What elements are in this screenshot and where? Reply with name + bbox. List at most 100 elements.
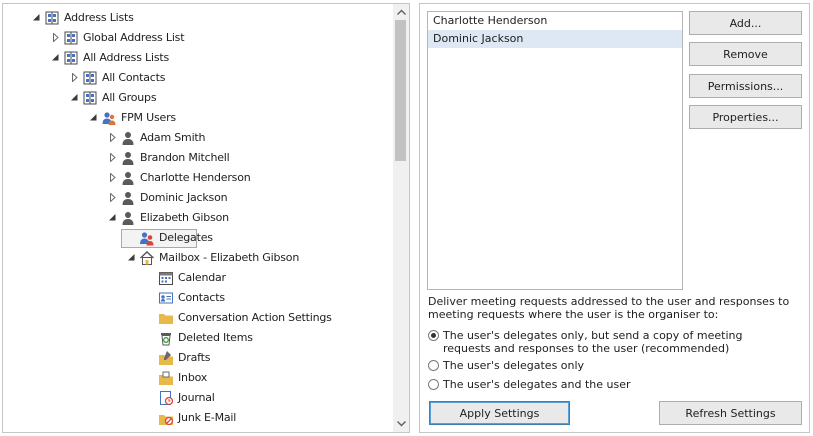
radio-label: The user's delegates only, but send a co… bbox=[443, 329, 743, 355]
collapse-toggle[interactable] bbox=[32, 13, 41, 22]
tree-node-label: Deleted Items bbox=[178, 331, 253, 344]
collapse-arrow-icon bbox=[109, 214, 116, 221]
collapse-arrow-icon bbox=[71, 94, 78, 101]
drafts-icon bbox=[158, 350, 174, 366]
collapse-toggle[interactable] bbox=[70, 93, 79, 102]
tree-node-address-lists[interactable]: Address Lists bbox=[3, 8, 395, 28]
expand-toggle[interactable] bbox=[108, 153, 117, 162]
tree-node-all-address-lists[interactable]: All Address Lists bbox=[3, 48, 395, 68]
expand-arrow-icon bbox=[110, 133, 116, 142]
radio-label: The user's delegates and the user bbox=[443, 378, 631, 391]
home-icon bbox=[139, 250, 155, 266]
tree-node-label: Calendar bbox=[178, 271, 226, 284]
tree-node-fpm-users[interactable]: FPM Users bbox=[3, 108, 395, 128]
collapse-arrow-icon bbox=[52, 54, 59, 61]
tree-node-inbox[interactable]: Inbox bbox=[3, 368, 395, 388]
tree-node-label: Brandon Mitchell bbox=[140, 151, 230, 164]
expand-arrow-icon bbox=[110, 193, 116, 202]
tree-node-label: FPM Users bbox=[121, 111, 176, 124]
expand-toggle[interactable] bbox=[108, 173, 117, 182]
radio-dot bbox=[431, 333, 436, 338]
expand-arrow-icon bbox=[110, 153, 116, 162]
tree-node-elizabeth-gibson[interactable]: Elizabeth Gibson bbox=[3, 208, 395, 228]
radio-button[interactable] bbox=[428, 379, 439, 390]
tree-node-label: Contacts bbox=[178, 291, 225, 304]
trash-icon bbox=[158, 330, 174, 346]
expand-toggle[interactable] bbox=[51, 33, 60, 42]
refresh-settings-button[interactable]: Refresh Settings bbox=[659, 401, 802, 425]
tree-node-journal[interactable]: Journal bbox=[3, 388, 395, 408]
tree-node-conversation-action-settings[interactable]: Conversation Action Settings bbox=[3, 308, 395, 328]
user-icon bbox=[120, 130, 136, 146]
user-group-icon bbox=[101, 110, 117, 126]
tree-node-dominic-jackson[interactable]: Dominic Jackson bbox=[3, 188, 395, 208]
radio-button[interactable] bbox=[428, 330, 439, 341]
permissions-button[interactable]: Permissions... bbox=[689, 74, 802, 98]
tree-node-label: Elizabeth Gibson bbox=[140, 211, 229, 224]
radio-delegates-copy-user[interactable]: The user's delegates only, but send a co… bbox=[428, 329, 783, 355]
expand-toggle[interactable] bbox=[108, 133, 117, 142]
calendar-icon bbox=[158, 270, 174, 286]
delegate-list-item[interactable]: Charlotte Henderson bbox=[428, 12, 682, 30]
meeting-delivery-description: Deliver meeting requests addressed to th… bbox=[428, 295, 790, 321]
radio-delegates-and-user[interactable]: The user's delegates and the user bbox=[428, 378, 783, 391]
tree-node-label: Inbox bbox=[178, 371, 208, 384]
properties-button[interactable]: Properties... bbox=[689, 105, 802, 129]
address-book-icon bbox=[63, 50, 79, 66]
tree-node-adam-smith[interactable]: Adam Smith bbox=[3, 128, 395, 148]
tree-node-label: All Address Lists bbox=[83, 51, 169, 64]
expand-arrow-icon bbox=[110, 173, 116, 182]
tree-node-drafts[interactable]: Drafts bbox=[3, 348, 395, 368]
add-button[interactable]: Add... bbox=[689, 11, 802, 35]
tree-node-global-address-list[interactable]: Global Address List bbox=[3, 28, 395, 48]
collapse-toggle[interactable] bbox=[51, 53, 60, 62]
tree-node-junk-e-mail[interactable]: Junk E-Mail bbox=[3, 408, 395, 428]
scroll-down-button[interactable] bbox=[393, 416, 409, 432]
radio-label: The user's delegates only bbox=[443, 359, 585, 372]
tree-node-brandon-mitchell[interactable]: Brandon Mitchell bbox=[3, 148, 395, 168]
apply-settings-button[interactable]: Apply Settings bbox=[429, 401, 570, 425]
expand-arrow-icon bbox=[72, 73, 78, 82]
tree-node-charlotte-henderson[interactable]: Charlotte Henderson bbox=[3, 168, 395, 188]
delegates-icon bbox=[139, 230, 155, 246]
tree-node-label: Adam Smith bbox=[140, 131, 206, 144]
tree-node-label: Mailbox - Elizabeth Gibson bbox=[159, 251, 300, 264]
tree-node-label: Journal bbox=[178, 391, 215, 404]
tree-node-mailbox-elizabeth-gibson[interactable]: Mailbox - Elizabeth Gibson bbox=[3, 248, 395, 268]
tree-node-label: Junk E-Mail bbox=[178, 411, 237, 424]
collapse-arrow-icon bbox=[90, 114, 97, 121]
address-book-icon bbox=[82, 70, 98, 86]
delegate-list-item[interactable]: Dominic Jackson bbox=[428, 30, 682, 48]
chevron-down-icon bbox=[396, 421, 406, 427]
tree-node-label: Drafts bbox=[178, 351, 211, 364]
collapse-toggle[interactable] bbox=[127, 253, 136, 262]
tree-node-all-groups[interactable]: All Groups bbox=[3, 88, 395, 108]
tree-node-all-contacts[interactable]: All Contacts bbox=[3, 68, 395, 88]
tree-node-calendar[interactable]: Calendar bbox=[3, 268, 395, 288]
user-icon bbox=[120, 210, 136, 226]
collapse-arrow-icon bbox=[128, 254, 135, 261]
tree-node-deleted-items[interactable]: Deleted Items bbox=[3, 328, 395, 348]
scroll-thumb[interactable] bbox=[395, 20, 406, 161]
tree-node-label: Delegates bbox=[159, 231, 213, 244]
tree-node-contacts[interactable]: Contacts bbox=[3, 288, 395, 308]
tree-node-label: Charlotte Henderson bbox=[140, 171, 251, 184]
tree-node-label: Conversation Action Settings bbox=[178, 311, 332, 324]
delegate-list[interactable]: Charlotte Henderson Dominic Jackson bbox=[427, 11, 683, 290]
address-book-icon bbox=[63, 30, 79, 46]
chevron-up-icon bbox=[396, 9, 406, 15]
remove-button[interactable]: Remove bbox=[689, 42, 802, 66]
collapse-toggle[interactable] bbox=[108, 213, 117, 222]
scroll-up-button[interactable] bbox=[393, 4, 409, 20]
tree-scrollbar[interactable] bbox=[393, 4, 409, 432]
radio-button[interactable] bbox=[428, 360, 439, 371]
collapse-toggle[interactable] bbox=[89, 113, 98, 122]
junk-mail-icon bbox=[158, 410, 174, 426]
tree-node-label: Address Lists bbox=[64, 11, 134, 24]
tree-node-label: All Contacts bbox=[102, 71, 166, 84]
address-tree-panel: Address Lists Global Address List All Addr… bbox=[2, 3, 410, 433]
expand-toggle[interactable] bbox=[108, 193, 117, 202]
radio-delegates-only[interactable]: The user's delegates only bbox=[428, 359, 783, 372]
expand-toggle[interactable] bbox=[70, 73, 79, 82]
tree-node-delegates[interactable]: Delegates bbox=[3, 228, 395, 248]
